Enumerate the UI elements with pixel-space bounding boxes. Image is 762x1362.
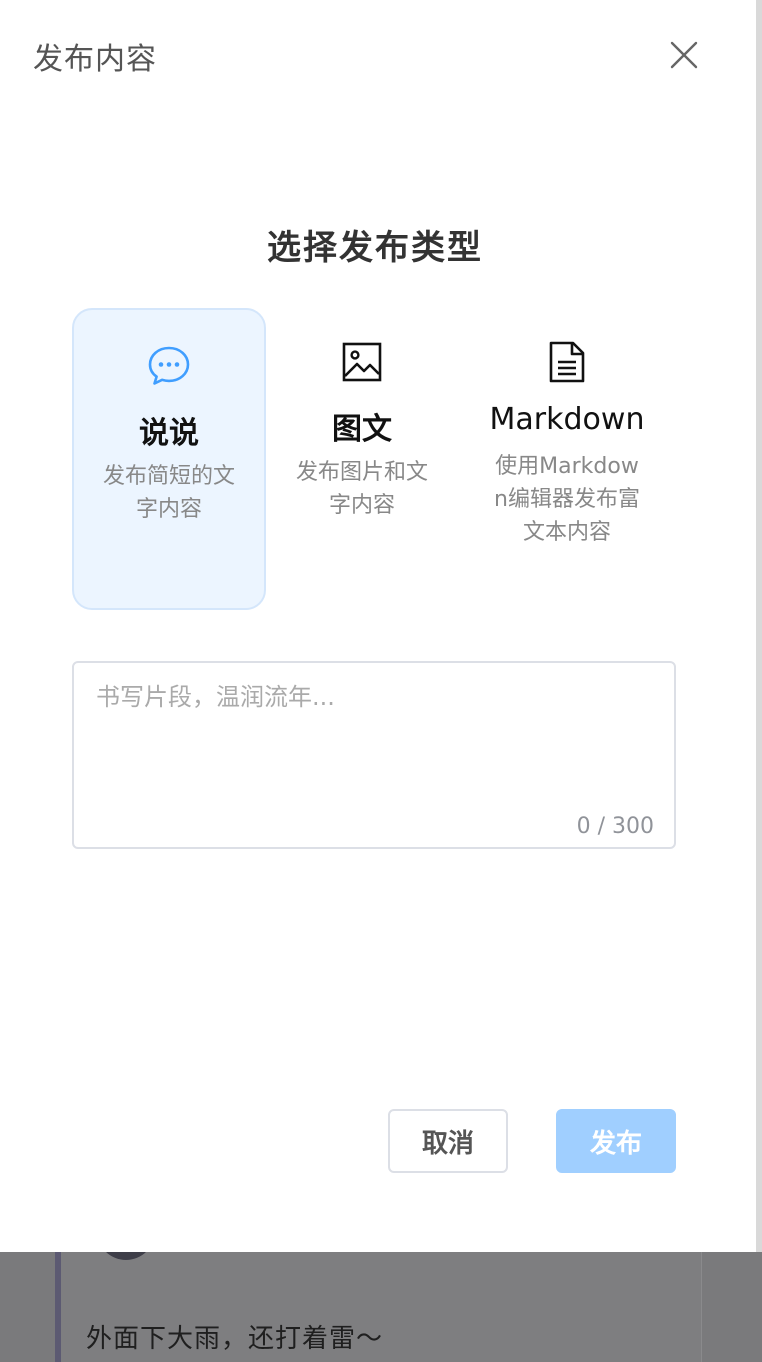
document-icon bbox=[468, 340, 666, 384]
content-input-box: 0 / 300 bbox=[72, 661, 676, 849]
post-text: 外面下大雨，还打着雷～ bbox=[86, 1324, 384, 1354]
type-label: Markdown bbox=[489, 402, 645, 437]
cancel-button[interactable]: 取消 bbox=[388, 1109, 508, 1173]
chat-bubble-icon bbox=[74, 344, 264, 388]
type-option-markdown[interactable]: Markdown 使用Markdown编辑器发布富文本内容 bbox=[468, 308, 666, 610]
type-label: 图文 bbox=[332, 412, 392, 447]
type-description: 发布简短的文字内容 bbox=[102, 464, 235, 522]
type-option-shuoshuo[interactable]: 说说 发布简短的文字内容 bbox=[72, 308, 266, 610]
section-title: 选择发布类型 bbox=[267, 228, 483, 268]
close-icon bbox=[670, 41, 698, 69]
close-button[interactable] bbox=[664, 35, 704, 75]
type-description: 使用Markdown编辑器发布富文本内容 bbox=[494, 454, 640, 545]
image-icon bbox=[265, 340, 459, 384]
modal-title: 发布内容 bbox=[33, 42, 157, 77]
publish-modal: 发布内容 选择发布类型 说说 发布简短的文字内容 图文 发布图片和文字内容 Ma… bbox=[0, 0, 756, 1252]
char-count: 0 / 300 bbox=[576, 814, 654, 839]
publish-button[interactable]: 发布 bbox=[556, 1109, 676, 1173]
type-label: 说说 bbox=[139, 416, 199, 451]
type-option-image-text[interactable]: 图文 发布图片和文字内容 bbox=[265, 308, 459, 610]
scrollbar-track bbox=[756, 0, 762, 1252]
type-description: 发布图片和文字内容 bbox=[295, 460, 428, 518]
